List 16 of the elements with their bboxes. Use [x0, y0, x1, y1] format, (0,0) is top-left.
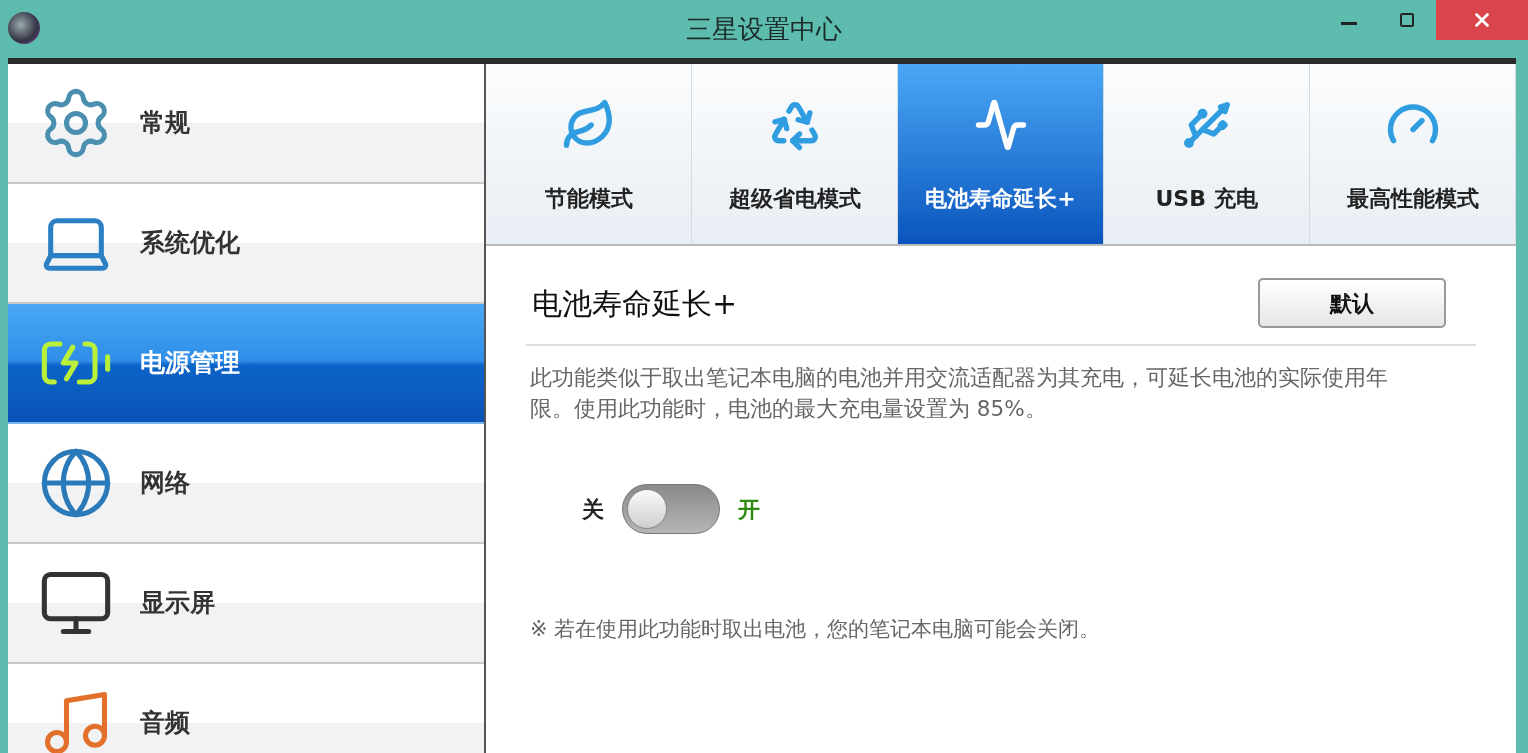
description-text: 此功能类似于取出笔记本电脑的电池并用交流适配器为其充电，可延长电池的实际使用年限。使用此功能时，电池的最大充电量设置为 85%。: [529, 364, 1389, 423]
default-button[interactable]: 默认: [1258, 278, 1446, 328]
note-text: ※ 若在使用此功能时取出电池，您的笔记本电脑可能会关闭。: [529, 616, 1102, 643]
minimize-icon: [1341, 21, 1357, 25]
window-title: 三星设置中心: [686, 12, 842, 46]
tab[interactable]: USB 充电: [1104, 64, 1310, 244]
app-logo-icon: [8, 12, 40, 44]
off-label: 关: [582, 495, 604, 524]
tab[interactable]: 节能模式: [486, 64, 692, 244]
toggle-switch[interactable]: [622, 484, 720, 534]
tab[interactable]: 电池寿命延长+: [898, 64, 1104, 244]
maximize-icon: [1399, 12, 1415, 28]
panel-title: 电池寿命延长+: [531, 284, 738, 323]
on-label: 开: [738, 495, 760, 524]
tab[interactable]: 最高性能模式: [1310, 64, 1516, 244]
sidebar-item[interactable]: 电源管理: [8, 304, 484, 424]
